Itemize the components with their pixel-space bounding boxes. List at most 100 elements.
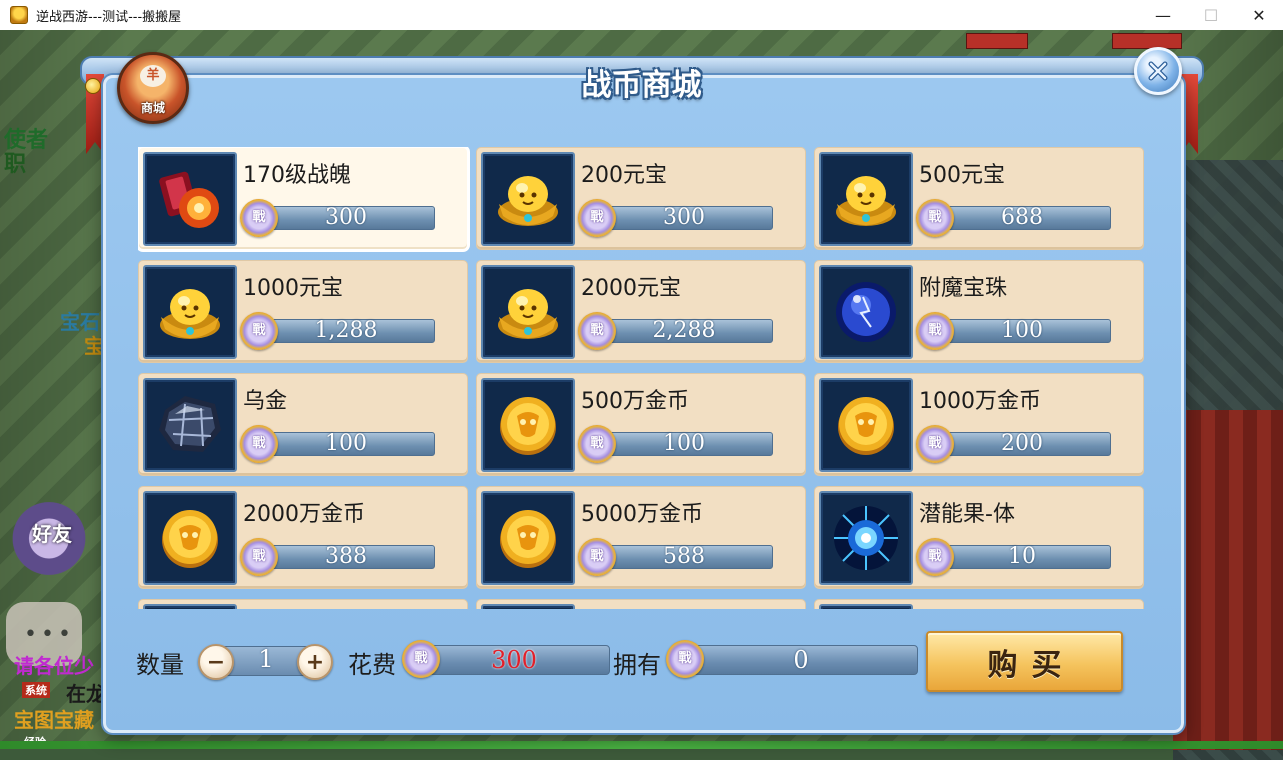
npc-label: 职: [4, 151, 27, 177]
exp-bar: [0, 741, 1283, 749]
item-price-bar: 688: [933, 206, 1111, 230]
war-coin-icon: 戰: [578, 312, 616, 350]
black-gold-ore-icon: [143, 378, 237, 472]
item-price-bar: 2,288: [595, 319, 773, 343]
war-coin-icon: 戰: [916, 425, 954, 463]
war-coin-icon: 戰: [578, 538, 616, 576]
item-name: 1000元宝: [243, 276, 343, 301]
increase-quantity-button[interactable]: +: [297, 644, 333, 680]
war-coin-icon: 戰: [916, 312, 954, 350]
shop-item-card[interactable]: 1000万金币 200 戰: [814, 373, 1144, 476]
item-grid-viewport[interactable]: 170级战魄 300 戰 200元宝 300 戰 500元宝 688 戰 1000元宝 1,288 戰…: [138, 147, 1148, 609]
shop-item-card[interactable]: 潜能果-耐戰: [814, 599, 1144, 609]
potential-fruit-icon: [143, 604, 237, 609]
item-name: 200元宝: [581, 163, 667, 188]
item-price: 300: [325, 205, 367, 230]
shop-item-card[interactable]: 2000万金币 388 戰: [138, 486, 468, 589]
currency-glyph: 戰: [928, 323, 942, 338]
item-name: 500万金币: [581, 389, 689, 414]
currency-glyph: 戰: [928, 210, 942, 225]
item-price-bar: 1,288: [257, 319, 435, 343]
gold-coin-icon: [481, 491, 575, 585]
shop-item-card[interactable]: 500万金币 100 戰: [476, 373, 806, 476]
shop-item-card[interactable]: 500元宝 688 戰: [814, 147, 1144, 250]
item-name: 5000万金币: [581, 502, 703, 527]
close-window-button[interactable]: ✕: [1235, 0, 1283, 30]
window-title: 逆战西游---测试---搬搬屋: [36, 9, 182, 25]
war-soul-icon: [143, 152, 237, 246]
item-name: 1000万金币: [919, 389, 1041, 414]
minimize-button[interactable]: —: [1139, 0, 1187, 30]
currency-glyph: 戰: [928, 436, 942, 451]
system-tag: 系统: [22, 682, 50, 698]
war-coin-icon: 戰: [240, 312, 278, 350]
item-price-bar: 100: [595, 432, 773, 456]
chat-line: 在龙: [66, 682, 106, 706]
item-name: 500元宝: [919, 163, 1005, 188]
item-price: 388: [325, 544, 367, 569]
shop-title: 战币商城: [581, 68, 702, 103]
mp-bar: [1112, 33, 1182, 49]
war-coin-icon: 戰: [666, 640, 704, 678]
item-price: 1,288: [314, 318, 378, 343]
maximize-button[interactable]: ☐: [1187, 0, 1235, 30]
item-price: 300: [663, 205, 705, 230]
shop-item-card[interactable]: 1000元宝 1,288 戰: [138, 260, 468, 363]
ingot-icon: [819, 152, 913, 246]
item-price-bar: 10: [933, 545, 1111, 569]
item-price: 10: [1008, 544, 1036, 569]
cost-bar: 300: [418, 645, 610, 675]
buy-label: 购买: [987, 647, 1076, 683]
window-titlebar: 逆战西游---测试---搬搬屋 — ☐ ✕: [0, 0, 1283, 31]
item-price-bar: 100: [933, 319, 1111, 343]
gold-coin-icon: [819, 378, 913, 472]
buy-button[interactable]: 购买: [926, 631, 1123, 692]
backdrop-wall: [1173, 410, 1283, 750]
chat-line: 宝图宝藏: [14, 708, 94, 732]
app-icon: [10, 6, 28, 24]
currency-glyph: 戰: [252, 323, 266, 338]
item-price-bar: 100: [257, 432, 435, 456]
item-grid: 170级战魄 300 戰 200元宝 300 戰 500元宝 688 戰 1000元宝 1,288 戰…: [138, 147, 1148, 609]
item-name: 2000元宝: [581, 276, 681, 301]
gold-coin-icon: [481, 378, 575, 472]
shop-item-card[interactable]: 2000元宝 2,288 戰: [476, 260, 806, 363]
potential-fruit-icon: [481, 604, 575, 609]
shop-item-card[interactable]: 乌金 100 戰: [138, 373, 468, 476]
shop-item-card[interactable]: 170级战魄 300 戰: [138, 147, 468, 250]
currency-glyph: 戰: [928, 549, 942, 564]
close-button[interactable]: [1134, 47, 1182, 95]
currency-glyph: 戰: [252, 210, 266, 225]
war-coin-icon: 戰: [240, 425, 278, 463]
currency-glyph: 戰: [590, 210, 604, 225]
war-coin-icon: 戰: [578, 425, 616, 463]
hp-bar: [966, 33, 1028, 49]
shop-item-card[interactable]: 潜能果-智戰: [138, 599, 468, 609]
ingot-icon: [143, 265, 237, 359]
currency-glyph: 戰: [590, 436, 604, 451]
close-icon: [1148, 61, 1168, 81]
item-price: 588: [663, 544, 705, 569]
item-name: 附魔宝珠: [919, 276, 1008, 301]
owned-label: 拥有: [613, 651, 661, 679]
war-coin-icon: 戰: [916, 199, 954, 237]
war-coin-icon: 戰: [240, 199, 278, 237]
ingot-icon: [481, 265, 575, 359]
item-price: 2,288: [652, 318, 716, 343]
shop-item-card[interactable]: 200元宝 300 戰: [476, 147, 806, 250]
war-coin-icon: 戰: [240, 538, 278, 576]
shop-item-card[interactable]: 潜能果-力戰: [476, 599, 806, 609]
war-coin-icon: 戰: [578, 199, 616, 237]
war-coin-icon: 戰: [402, 640, 440, 678]
currency-glyph: 戰: [252, 549, 266, 564]
decrease-quantity-button[interactable]: −: [198, 644, 234, 680]
shop-item-card[interactable]: 5000万金币 588 戰: [476, 486, 806, 589]
shop-item-card[interactable]: 潜能果-体 10 戰: [814, 486, 1144, 589]
enchant-orb-icon: [819, 265, 913, 359]
item-name: 170级战魄: [243, 163, 351, 188]
item-price: 100: [325, 431, 367, 456]
shop-item-card[interactable]: 附魔宝珠 100 戰: [814, 260, 1144, 363]
quantity-value[interactable]: 1: [230, 645, 302, 673]
item-price-bar: 200: [933, 432, 1111, 456]
item-price-bar: 300: [595, 206, 773, 230]
